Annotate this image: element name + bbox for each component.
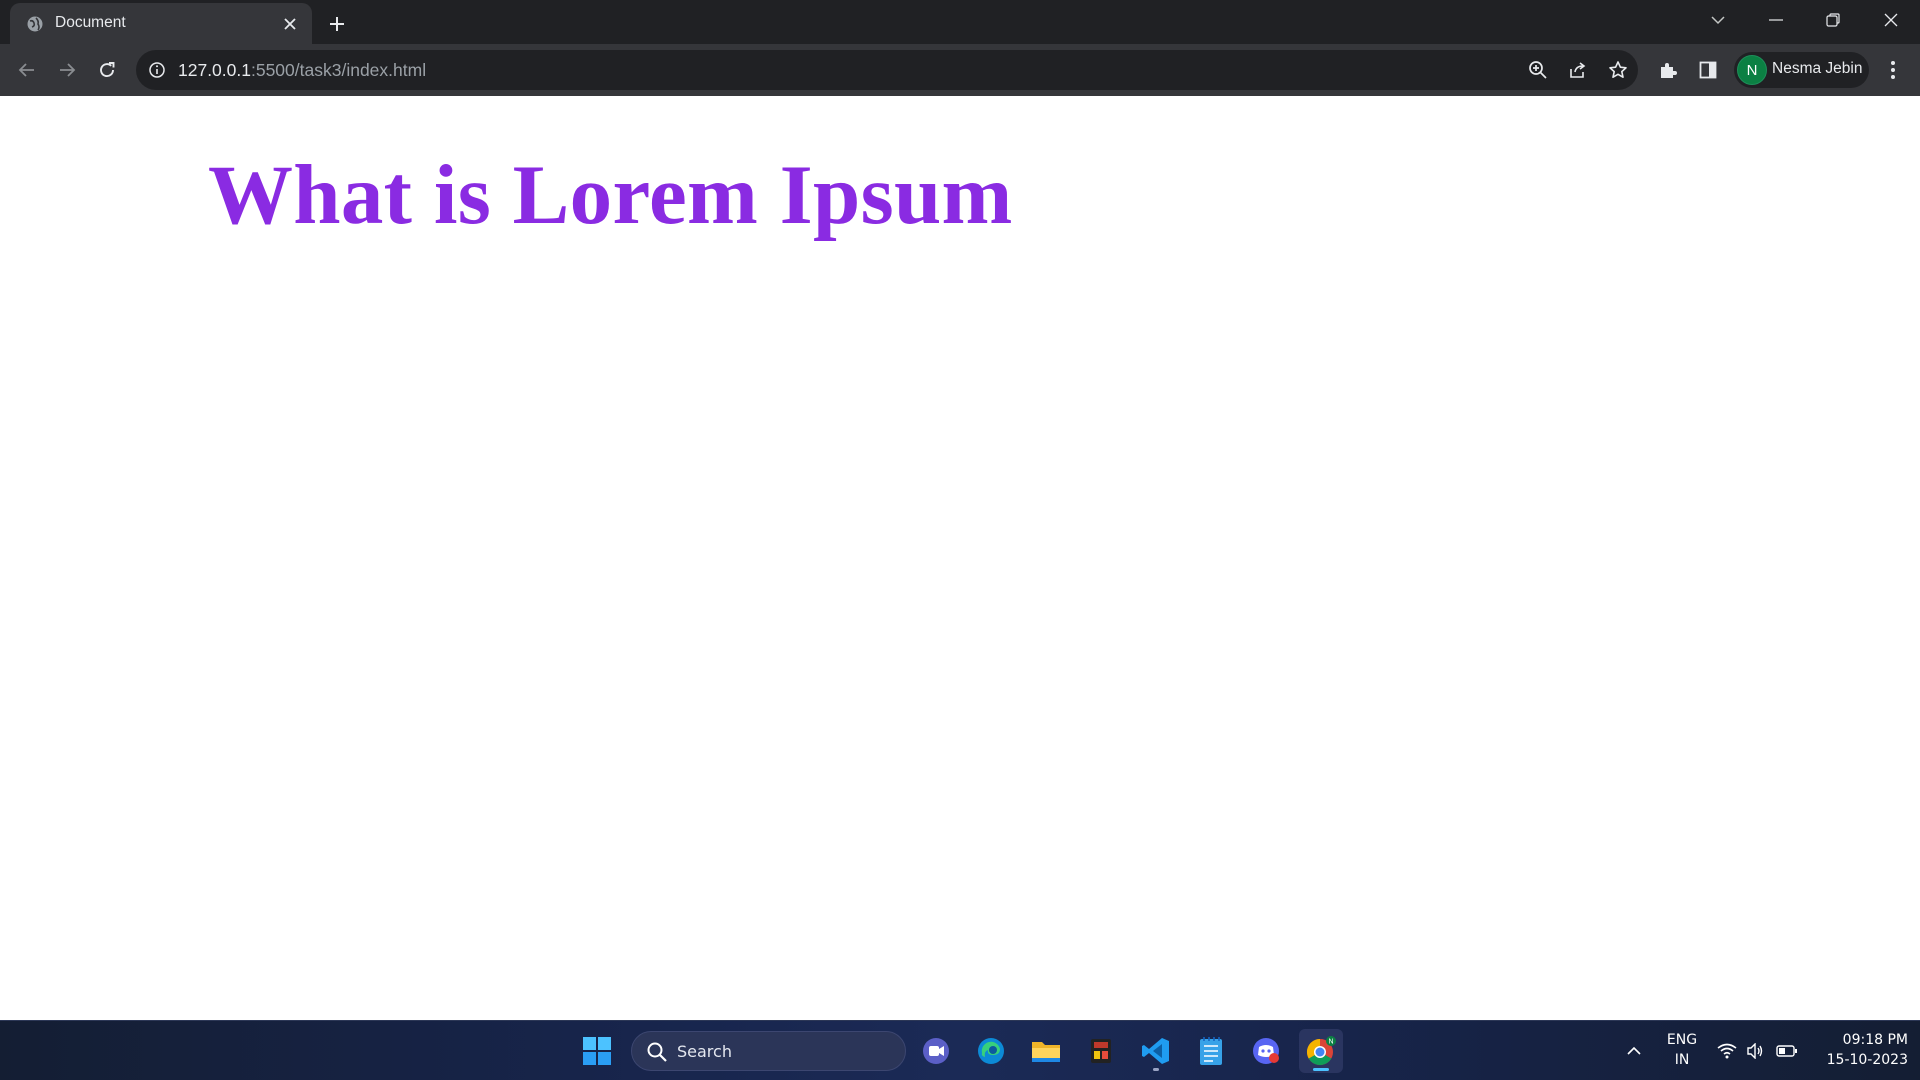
taskbar-search-box[interactable]: Search	[631, 1031, 906, 1071]
close-tab-icon[interactable]	[280, 14, 300, 34]
system-clock[interactable]: 09:18 PM 15-10-2023	[1810, 1030, 1908, 1070]
windows-taskbar: Search N ENG IN 09:18 PM 15-10-2023	[0, 1020, 1920, 1080]
chrome-icon[interactable]: N	[1299, 1029, 1343, 1073]
media-player-icon[interactable]	[1079, 1029, 1123, 1073]
vscode-icon[interactable]	[1134, 1029, 1178, 1073]
url-path: :5500/task3/index.html	[250, 60, 427, 80]
language-region: IN	[1674, 1052, 1690, 1068]
clock-date: 15-10-2023	[1826, 1052, 1908, 1068]
browser-tab-document[interactable]: Document	[10, 3, 312, 44]
address-bar[interactable]: 127.0.0.1:5500/task3/index.html	[136, 50, 1638, 90]
meet-icon[interactable]	[914, 1029, 958, 1073]
browser-toolbar: 127.0.0.1:5500/task3/index.html N Nesma …	[0, 44, 1920, 96]
windows-start-icon[interactable]	[582, 1036, 612, 1066]
new-tab-button[interactable]	[322, 9, 352, 39]
search-label: Search	[677, 1042, 732, 1061]
kebab-menu-icon[interactable]	[1878, 55, 1908, 85]
profile-name: Nesma Jebin	[1772, 60, 1863, 77]
page-viewport: What is Lorem Ipsum	[0, 96, 1920, 1020]
notepad-icon[interactable]	[1189, 1029, 1233, 1073]
side-panel-icon[interactable]	[1693, 55, 1723, 85]
wifi-icon[interactable]	[1715, 1039, 1739, 1063]
bookmark-star-icon[interactable]	[1606, 58, 1630, 82]
show-hidden-icons-chevron-icon[interactable]	[1620, 1037, 1648, 1065]
share-icon[interactable]	[1566, 58, 1590, 82]
file-explorer-icon[interactable]	[1024, 1029, 1068, 1073]
search-icon	[647, 1042, 667, 1062]
url-text[interactable]: 127.0.0.1:5500/task3/index.html	[178, 60, 426, 81]
restore-button[interactable]	[1805, 0, 1861, 40]
back-button[interactable]	[12, 55, 42, 85]
page-heading: What is Lorem Ipsum	[208, 148, 1013, 242]
input-language-indicator[interactable]: ENG IN	[1662, 1030, 1702, 1070]
clock-time: 09:18 PM	[1842, 1032, 1908, 1048]
active-indicator	[1313, 1068, 1329, 1071]
extensions-puzzle-icon[interactable]	[1653, 55, 1683, 85]
forward-button[interactable]	[52, 55, 82, 85]
globe-icon	[27, 16, 43, 32]
url-host: 127.0.0.1	[178, 60, 251, 80]
close-window-button[interactable]	[1863, 0, 1919, 40]
minimize-button[interactable]	[1748, 0, 1804, 40]
browser-tab-strip: Document	[0, 0, 1920, 44]
site-info-icon[interactable]	[148, 61, 166, 79]
volume-icon[interactable]	[1743, 1039, 1767, 1063]
discord-icon[interactable]	[1244, 1029, 1288, 1073]
avatar: N	[1737, 55, 1767, 85]
edge-icon[interactable]	[969, 1029, 1013, 1073]
svg-text:N: N	[1328, 1039, 1333, 1046]
profile-button[interactable]: N Nesma Jebin	[1734, 52, 1869, 88]
battery-icon[interactable]	[1775, 1039, 1799, 1063]
tab-search-chevron-icon[interactable]	[1690, 0, 1746, 40]
reload-button[interactable]	[92, 55, 122, 85]
zoom-icon[interactable]	[1526, 58, 1550, 82]
language-code: ENG	[1666, 1032, 1698, 1048]
running-indicator	[1153, 1068, 1159, 1071]
tab-title: Document	[55, 14, 126, 31]
